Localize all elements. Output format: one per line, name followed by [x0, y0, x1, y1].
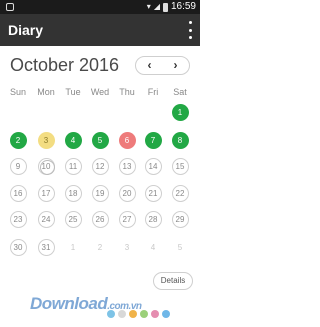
watermark-dot [118, 310, 126, 318]
next-month-day: 2 [97, 242, 103, 252]
app-bar: Diary [0, 14, 200, 46]
day-cell[interactable]: 7 [144, 131, 162, 149]
weekday-thu: Thu [119, 87, 135, 97]
watermark: Download.com.vn [0, 294, 200, 327]
day-cell[interactable]: 3 [37, 131, 55, 149]
day-cell[interactable]: 26 [91, 210, 109, 228]
next-month-day: 1 [70, 242, 76, 252]
signal-icon: ◢ [153, 2, 160, 11]
day-cell[interactable]: 29 [171, 210, 189, 228]
watermark-dot [162, 310, 170, 318]
day-cell[interactable]: 12 [91, 157, 109, 175]
overflow-menu-icon[interactable] [186, 21, 194, 39]
day-cell[interactable]: 2 [9, 131, 27, 149]
watermark-dot [129, 310, 137, 318]
day-cell[interactable]: 16 [9, 184, 27, 202]
day-cell[interactable]: 28 [144, 210, 162, 228]
weekday-mon: Mon [37, 87, 55, 97]
day-cell[interactable]: 14 [144, 157, 162, 175]
month-navigation: ‹ › [135, 56, 190, 75]
day-cell[interactable]: 18 [64, 184, 82, 202]
next-month-button[interactable]: › [162, 57, 189, 74]
day-cell[interactable]: 5 [91, 131, 109, 149]
day-cell[interactable]: 25 [64, 210, 82, 228]
watermark-dot [140, 310, 148, 318]
details-button[interactable]: Details [153, 272, 193, 290]
day-cell[interactable]: 13 [118, 157, 136, 175]
day-cell[interactable]: 20 [118, 184, 136, 202]
day-cell[interactable]: 15 [171, 157, 189, 175]
day-cell[interactable]: 1 [171, 103, 189, 121]
day-cell[interactable]: 24 [37, 210, 55, 228]
month-label: October 2016 [10, 55, 120, 75]
app-title: Diary [8, 22, 44, 38]
previous-month-button[interactable]: ‹ [136, 57, 163, 74]
weekday-fri: Fri [147, 87, 159, 97]
weekday-sun: Sun [9, 87, 26, 97]
day-cell[interactable]: 23 [9, 210, 27, 228]
day-cell[interactable]: 11 [64, 157, 82, 175]
watermark-dot [151, 310, 159, 318]
day-cell[interactable]: 22 [171, 184, 189, 202]
weekday-sat: Sat [173, 87, 187, 97]
image-notification-icon [6, 3, 14, 11]
next-month-day: 3 [124, 242, 130, 252]
watermark-dot [107, 310, 115, 318]
weekday-tue: Tue [65, 87, 81, 97]
next-month-day: 5 [177, 242, 183, 252]
next-month-day: 4 [150, 242, 156, 252]
day-cell[interactable]: 19 [91, 184, 109, 202]
day-cell[interactable]: 6 [118, 131, 136, 149]
wifi-icon: ▾ [146, 2, 151, 11]
day-cell[interactable]: 27 [118, 210, 136, 228]
status-icons: ▾ ◢ 16:59 [147, 0, 196, 14]
battery-icon [162, 2, 168, 12]
weekday-wed: Wed [90, 87, 110, 97]
day-cell[interactable]: 17 [37, 184, 55, 202]
status-bar: ▾ ◢ 16:59 [0, 0, 200, 14]
day-cell[interactable]: 8 [171, 131, 189, 149]
watermark-dots [107, 310, 170, 318]
day-cell[interactable]: 4 [64, 131, 82, 149]
day-cell[interactable]: 10 [37, 157, 55, 175]
status-time: 16:59 [170, 1, 196, 12]
day-cell[interactable]: 21 [144, 184, 162, 202]
day-cell[interactable]: 31 [37, 238, 55, 256]
day-cell[interactable]: 30 [9, 238, 27, 256]
day-cell[interactable]: 9 [9, 157, 27, 175]
